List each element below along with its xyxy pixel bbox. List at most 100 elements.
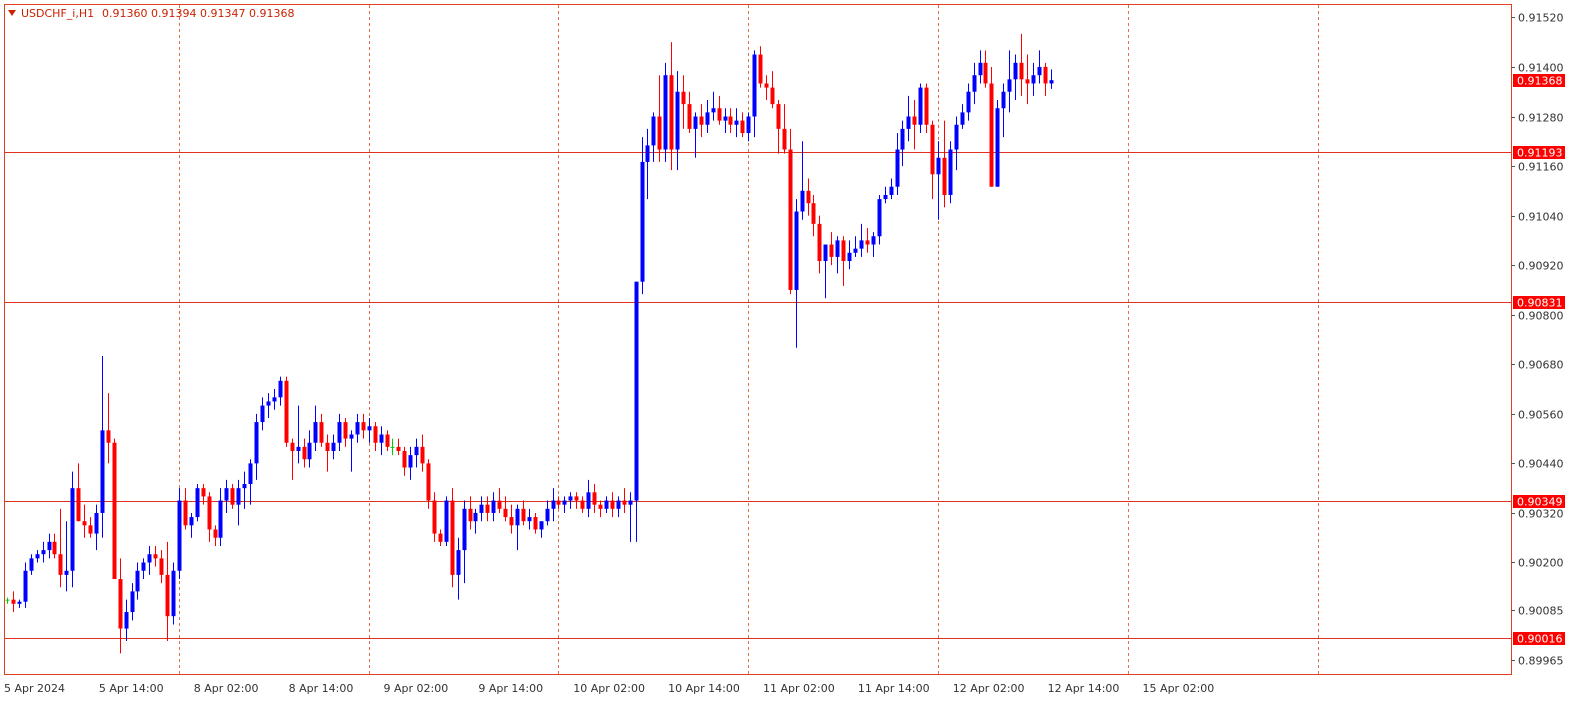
candle-body-88 [527, 517, 532, 522]
level-label-3: 0.90016 [1517, 633, 1563, 646]
candle-body-16 [100, 430, 105, 513]
candle-body-33 [201, 488, 206, 497]
candle-body-1 [11, 599, 16, 604]
candle-body-83 [497, 500, 502, 509]
candle-11 [70, 471, 75, 588]
candle-body-110 [657, 116, 662, 150]
candle-body-128 [764, 83, 769, 88]
candle-32 [195, 484, 200, 522]
candle-166 [989, 66, 994, 187]
candle-body-68 [408, 455, 413, 468]
candle-body-91 [545, 508, 550, 522]
candle-body-90 [539, 521, 544, 530]
candle-body-32 [195, 488, 200, 518]
price-tick-label-0: 0.91520 [1518, 12, 1564, 25]
candle-28 [171, 562, 176, 625]
candle-body-119 [711, 108, 716, 113]
candle-body-65 [390, 446, 395, 448]
candle-body-12 [76, 488, 81, 522]
candle-body-160 [954, 124, 959, 150]
symbol-timeframe: USDCHF_i,H1 [21, 7, 94, 20]
candle-body-36 [218, 500, 223, 538]
candle-167 [995, 99, 1000, 187]
candle-body-102 [610, 500, 615, 509]
candle-body-164 [978, 62, 983, 76]
candle-body-125 [746, 116, 751, 134]
candle-body-156 [930, 124, 935, 175]
time-label-5: 9 Apr 14:00 [478, 682, 543, 695]
candle-body-4 [29, 558, 34, 571]
candle-body-140 [835, 240, 840, 257]
candle-body-172 [1025, 79, 1030, 84]
candle-18 [112, 438, 117, 580]
candle-body-59 [355, 422, 360, 435]
candle-body-50 [302, 446, 307, 460]
price-tick-label-6: 0.90800 [1518, 310, 1564, 323]
candle-body-76 [456, 550, 461, 575]
candle-body-71 [426, 463, 431, 501]
candle-body-108 [645, 145, 650, 162]
candle-body-28 [171, 570, 176, 617]
candle-body-31 [189, 517, 194, 526]
candle-body-129 [770, 87, 775, 105]
candle-body-117 [699, 116, 704, 125]
candle-body-21 [130, 591, 135, 613]
candle-body-93 [556, 500, 561, 505]
candle-body-162 [966, 91, 971, 113]
candle-body-111 [663, 75, 668, 150]
candle-body-116 [693, 116, 698, 129]
candle-body-82 [491, 500, 496, 513]
time-label-11: 12 Apr 14:00 [1048, 682, 1120, 695]
level-label-0: 0.91193 [1517, 147, 1563, 160]
candle-body-118 [705, 112, 710, 125]
level-label-1: 0.90831 [1517, 297, 1563, 310]
price-tick-label-11: 0.90200 [1518, 557, 1564, 570]
price-tick-label-4: 0.91040 [1518, 211, 1564, 224]
time-label-2: 8 Apr 02:00 [194, 682, 259, 695]
price-tick-label-9: 0.90440 [1518, 458, 1564, 471]
price-chart[interactable]: 0.911930.908310.903490.900160.915200.914… [0, 0, 1586, 709]
ohlc-values: 0.91360 0.91394 0.91347 0.91368 [102, 7, 294, 20]
candle-body-99 [592, 492, 597, 505]
candle-body-105 [628, 500, 633, 505]
candle-body-64 [385, 434, 390, 447]
candle-body-66 [396, 446, 401, 451]
candle-body-96 [574, 496, 579, 501]
candle-body-113 [675, 91, 680, 150]
candle-body-25 [153, 554, 158, 559]
candle-body-138 [823, 244, 828, 262]
candle-body-6 [41, 550, 46, 555]
candle-body-75 [450, 500, 455, 575]
chart-frame [4, 4, 1512, 675]
candle-body-107 [640, 161, 645, 282]
candle-body-149 [889, 186, 894, 195]
candle-body-56 [337, 422, 342, 443]
candle-body-121 [723, 116, 728, 121]
candle-body-63 [379, 434, 384, 443]
candle-body-74 [444, 500, 449, 542]
candle-body-109 [651, 116, 656, 146]
candle-body-173 [1031, 75, 1036, 84]
candle-body-95 [568, 496, 573, 501]
candle-body-153 [912, 116, 917, 125]
candle-body-43 [260, 405, 265, 423]
candle-body-175 [1043, 66, 1048, 84]
candle-111 [663, 62, 668, 162]
candle-body-150 [895, 149, 900, 187]
candle-body-51 [307, 442, 312, 460]
candle-body-92 [551, 500, 556, 509]
candle-body-69 [414, 446, 419, 456]
candle-body-46 [278, 380, 283, 398]
candle-body-60 [361, 422, 366, 431]
candle-body-73 [438, 533, 443, 542]
candle-body-103 [616, 500, 621, 509]
candle-body-62 [373, 426, 378, 443]
candle-body-27 [165, 574, 170, 617]
candle-body-127 [758, 54, 763, 84]
price-axis: 0.911930.908310.903490.900160.915200.914… [1511, 12, 1565, 668]
candle-body-26 [159, 558, 164, 575]
candle-body-151 [900, 128, 905, 150]
candle-body-84 [503, 508, 508, 518]
candle-body-10 [64, 570, 69, 575]
candle-body-157 [936, 157, 941, 175]
